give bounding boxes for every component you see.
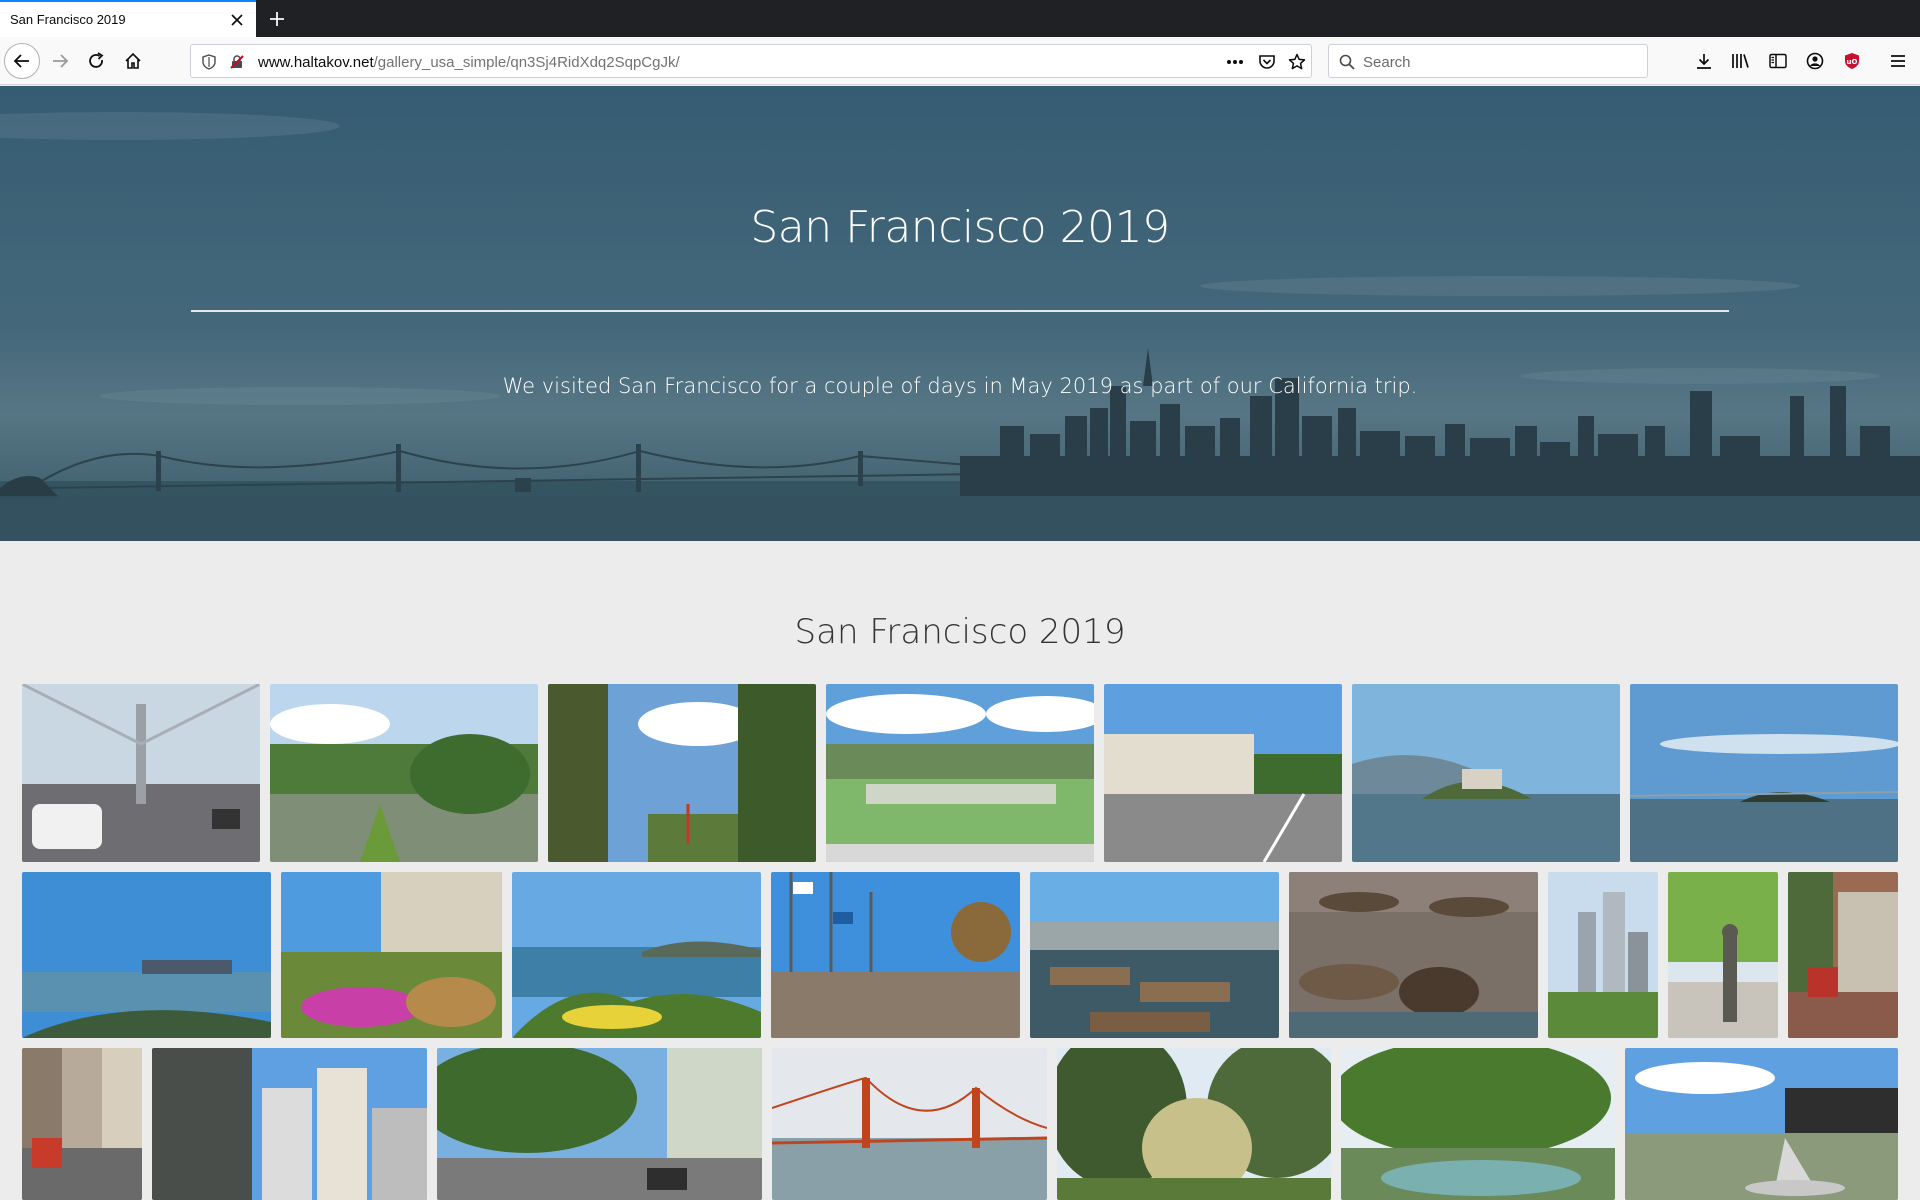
hero-subtitle: We visited San Francisco for a couple of… xyxy=(502,374,1418,398)
gallery-photo-victorian-street[interactable] xyxy=(437,1048,762,1200)
tab-strip: San Francisco 2019 xyxy=(0,0,1920,37)
gallery-photo-park-pond[interactable] xyxy=(1341,1048,1615,1200)
gallery-photo-ferry-building-street[interactable] xyxy=(1104,684,1342,862)
library-icon[interactable] xyxy=(1725,45,1757,77)
hamburger-menu-icon[interactable] xyxy=(1882,45,1914,77)
gallery-photo-sea-lions[interactable] xyxy=(1289,872,1538,1038)
gallery-photo-golden-gate-bridge[interactable] xyxy=(772,1048,1047,1200)
url-text[interactable]: www.haltakov.net/gallery_usa_simple/qn3S… xyxy=(258,54,680,71)
gallery-photo-treasure-island[interactable] xyxy=(1630,684,1898,862)
hero-title: San Francisco 2019 xyxy=(750,202,1170,253)
insecure-lock-icon[interactable] xyxy=(225,50,249,74)
gallery-photo-hill-street-cable-car[interactable] xyxy=(22,1048,142,1200)
gallery-photo-sea-lion-docks[interactable] xyxy=(1030,872,1279,1038)
pocket-icon[interactable] xyxy=(1255,50,1279,74)
gallery-photo-bay-view-flowers[interactable] xyxy=(512,872,761,1038)
navigation-toolbar: www.haltakov.net/gallery_usa_simple/qn3S… xyxy=(0,37,1920,85)
address-bar[interactable]: www.haltakov.net/gallery_usa_simple/qn3S… xyxy=(190,44,1312,78)
home-icon[interactable] xyxy=(117,45,149,77)
gallery-photo-academy-of-sciences[interactable] xyxy=(826,684,1094,862)
gallery-photo-alcatraz-garden[interactable] xyxy=(281,872,502,1038)
plus-icon[interactable] xyxy=(264,6,290,32)
search-bar[interactable]: Search xyxy=(1328,44,1648,78)
gallery-photo-music-concourse-fountain[interactable] xyxy=(1625,1048,1898,1200)
skyline-background-image xyxy=(0,86,1920,541)
shield-icon[interactable] xyxy=(197,50,221,74)
gallery-photo-alcatraz[interactable] xyxy=(1352,684,1620,862)
gallery-photo-skyline-from-island[interactable] xyxy=(22,872,271,1038)
tab-title: San Francisco 2019 xyxy=(10,12,126,27)
reload-icon[interactable] xyxy=(80,45,112,77)
close-icon[interactable] xyxy=(228,11,246,29)
url-path: /gallery_usa_simple/qn3Sj4RidXdq2SqpCgJk… xyxy=(373,54,680,71)
search-input[interactable]: Search xyxy=(1363,54,1411,71)
forward-arrow-icon[interactable] xyxy=(44,45,76,77)
gallery-photo-union-square-buildings[interactable] xyxy=(152,1048,427,1200)
gallery-photo-cable-car-street[interactable] xyxy=(1788,872,1898,1038)
sidebar-icon[interactable] xyxy=(1762,45,1794,77)
svg-text:uO: uO xyxy=(1847,58,1858,66)
tab-active[interactable]: San Francisco 2019 xyxy=(0,0,256,37)
search-icon xyxy=(1335,50,1359,74)
gallery-title: San Francisco 2019 xyxy=(794,612,1126,652)
hero-divider xyxy=(191,310,1729,312)
gallery-photo-golden-gate-trees[interactable] xyxy=(548,684,816,862)
gallery-photo-downtown-towers[interactable] xyxy=(1548,872,1658,1038)
gallery-photo-pier-39-flags[interactable] xyxy=(771,872,1020,1038)
hero-banner: San Francisco 2019 We visited San Franci… xyxy=(0,86,1920,541)
gallery-photo-bay-bridge-drive[interactable] xyxy=(22,684,260,862)
url-host: www.haltakov.net xyxy=(258,54,374,71)
ublock-icon[interactable]: uO xyxy=(1836,45,1868,77)
download-icon[interactable] xyxy=(1688,45,1720,77)
gallery-photo-stow-lake[interactable] xyxy=(270,684,538,862)
more-dots-icon[interactable] xyxy=(1223,50,1247,74)
gallery-photo-statue-plaza[interactable] xyxy=(1668,872,1778,1038)
back-arrow-icon[interactable] xyxy=(4,43,40,79)
star-icon[interactable] xyxy=(1285,50,1309,74)
gallery-photo-botanical-garden[interactable] xyxy=(1057,1048,1331,1200)
account-icon[interactable] xyxy=(1799,45,1831,77)
